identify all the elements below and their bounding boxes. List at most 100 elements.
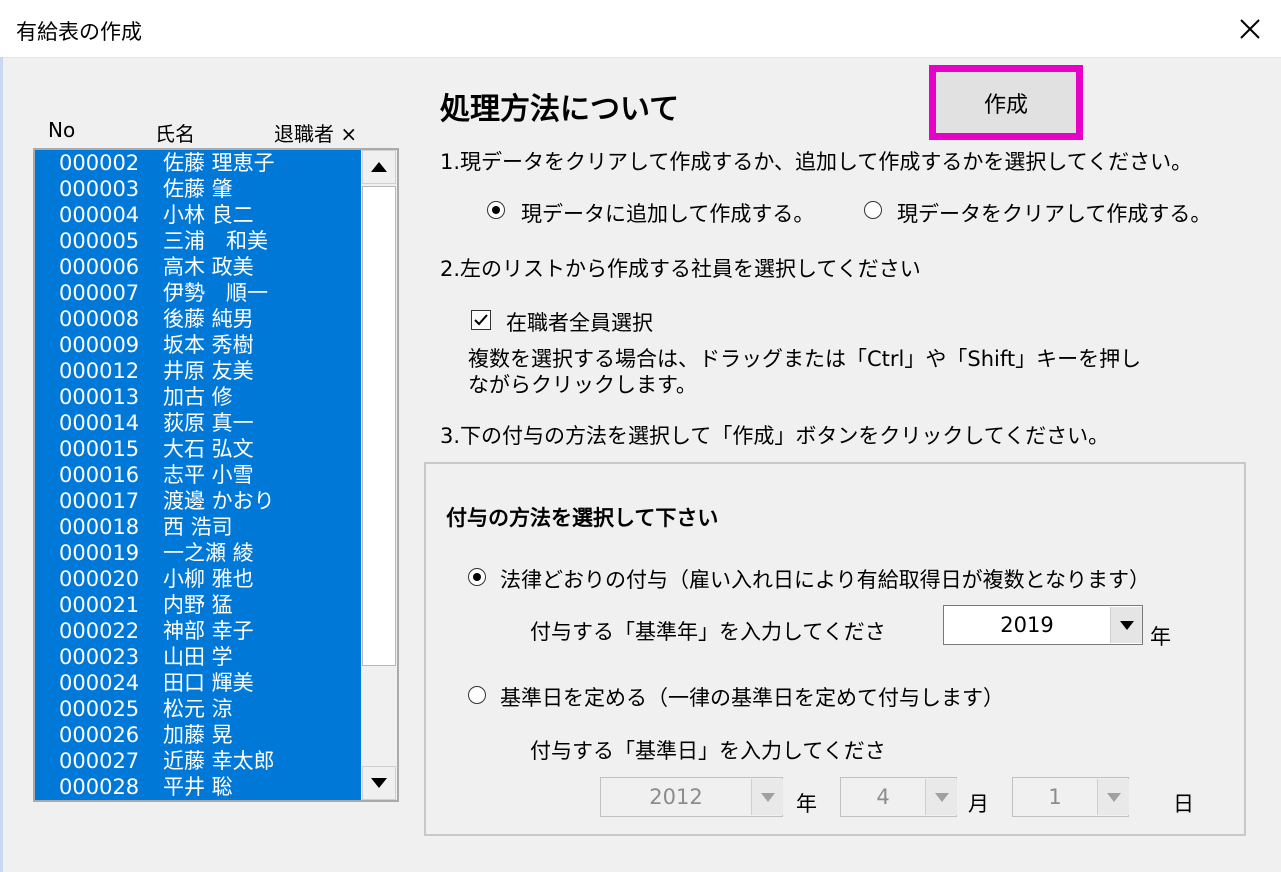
employee-name: 佐藤 理恵子 [163,151,275,175]
list-item[interactable]: 000014 荻原 真一 [35,410,361,436]
scroll-thumb[interactable] [362,186,396,666]
date-month-select[interactable]: 4 [840,777,957,817]
employee-no: 000008 [59,307,140,331]
employee-name: 西 浩司 [163,515,233,539]
list-item[interactable]: 000008 後藤 純男 [35,306,361,332]
triangle-down-icon [371,778,387,788]
close-button[interactable] [1219,0,1281,57]
employee-no: 000007 [59,281,140,305]
employee-name: 小柳 雅也 [163,567,254,591]
radio-add-label[interactable]: 現データに追加して作成する。 [521,198,814,228]
employee-no: 000004 [59,203,140,227]
radio-selected-dot [492,206,500,214]
chevron-down-icon [1106,792,1121,802]
list-item[interactable]: 000022 神部 幸子 [35,618,361,644]
create-button[interactable]: 作成 [929,65,1083,140]
employee-no: 000022 [59,619,140,643]
list-scrollbar[interactable] [361,150,397,800]
step2-text: 2.左のリストから作成する社員を選択してください [440,257,921,281]
base-year-label: 付与する「基準年」を入力してくださ [530,620,886,644]
scroll-up-button[interactable] [362,150,396,184]
list-item[interactable]: 000009 坂本 秀樹 [35,332,361,358]
employee-no: 000025 [59,697,140,721]
employee-name: 神部 幸子 [163,619,254,643]
base-date-label: 付与する「基準日」を入力してくださ [530,739,886,763]
step3-text: 3.下の付与の方法を選択して「作成」ボタンをクリックしてください。 [440,424,1110,448]
window-title: 有給表の作成 [16,20,142,44]
chevron-down-icon [934,792,949,802]
list-item[interactable]: 000028 平井 聡 [35,774,361,800]
list-item[interactable]: 000017 渡邊 かおり [35,488,361,514]
date-month-value: 4 [876,785,890,809]
list-item[interactable]: 000020 小柳 雅也 [35,566,361,592]
list-item[interactable]: 000016 志平 小雪 [35,462,361,488]
list-header-name: 氏名 [155,122,195,146]
list-item[interactable]: 000005 三浦 和美 [35,228,361,254]
date-day-dropdown-button[interactable] [1097,779,1129,815]
year-unit-label: 年 [1150,625,1171,649]
list-item[interactable]: 000012 井原 友美 [35,358,361,384]
employee-no: 000028 [59,775,140,799]
list-item[interactable]: 000025 松元 涼 [35,696,361,722]
list-item[interactable]: 000026 加藤 晃 [35,722,361,748]
date-year-value: 2012 [649,785,703,809]
employee-no: 000019 [59,541,140,565]
radio-clear[interactable] [864,201,882,219]
radio-fixed-date[interactable] [468,686,486,704]
scroll-down-button[interactable] [362,766,396,800]
base-year-select[interactable]: 2019 [943,605,1143,645]
list-item[interactable]: 000002 佐藤 理恵子 [35,150,361,176]
employee-no: 000015 [59,437,140,461]
grant-group-title: 付与の方法を選択して下さい [446,506,719,530]
employee-list-rows: 000002 佐藤 理恵子 000003 佐藤 肇 000004 小林 良二 000005 三… [35,150,361,800]
list-item[interactable]: 000021 内野 猛 [35,592,361,618]
employee-no: 000006 [59,255,140,279]
employee-name: 荻原 真一 [163,411,254,435]
employee-no: 000005 [59,229,140,253]
radio-law[interactable] [468,568,486,586]
employee-no: 000009 [59,333,140,357]
page-title: 処理方法について [440,92,680,127]
employee-listbox[interactable]: 000002 佐藤 理恵子 000003 佐藤 肇 000004 小林 良二 000005 三… [33,148,399,802]
employee-no: 000024 [59,671,140,695]
radio-add[interactable] [487,201,505,219]
employee-name: 志平 小雪 [163,463,254,487]
date-year-dropdown-button[interactable] [751,779,783,815]
list-item[interactable]: 000013 加古 修 [35,384,361,410]
base-year-dropdown-button[interactable] [1110,607,1142,643]
employee-no: 000002 [59,151,140,175]
radio-clear-label[interactable]: 現データをクリアして作成する。 [897,198,1211,228]
employee-no: 000027 [59,749,140,773]
employee-no: 000003 [59,177,140,201]
chevron-down-icon [1119,620,1134,630]
date-month-dropdown-button[interactable] [925,779,957,815]
list-header-no: No [48,118,76,142]
employee-name: 松元 涼 [163,697,233,721]
employee-no: 000017 [59,489,140,513]
select-all-label[interactable]: 在職者全員選択 [506,307,653,337]
employee-name: 山田 学 [163,645,233,669]
employee-name: 加古 修 [163,385,233,409]
list-item[interactable]: 000023 山田 学 [35,644,361,670]
date-month-unit: 月 [968,792,989,816]
employee-name: 高木 政美 [163,255,254,279]
select-all-checkbox[interactable] [471,310,491,330]
date-day-value: 1 [1048,785,1062,809]
list-item[interactable]: 000018 西 浩司 [35,514,361,540]
chevron-down-icon [760,792,775,802]
check-icon [474,314,488,326]
date-day-select[interactable]: 1 [1012,777,1129,817]
list-item[interactable]: 000024 田口 輝美 [35,670,361,696]
list-item[interactable]: 000004 小林 良二 [35,202,361,228]
list-item[interactable]: 000015 大石 弘文 [35,436,361,462]
list-item[interactable]: 000027 近藤 幸太郎 [35,748,361,774]
list-item[interactable]: 000006 高木 政美 [35,254,361,280]
list-item[interactable]: 000003 佐藤 肇 [35,176,361,202]
employee-no: 000020 [59,567,140,591]
list-header-retired: 退職者 × [274,122,358,146]
radio-fixed-date-label[interactable]: 基準日を定める（一律の基準日を定めて付与します） [500,682,1004,712]
radio-law-label[interactable]: 法律どおりの付与（雇い入れ日により有給取得日が複数となります） [500,564,1150,594]
list-item[interactable]: 000007 伊勢 順一 [35,280,361,306]
list-item[interactable]: 000019 一之瀬 綾 [35,540,361,566]
date-year-select[interactable]: 2012 [600,777,783,817]
